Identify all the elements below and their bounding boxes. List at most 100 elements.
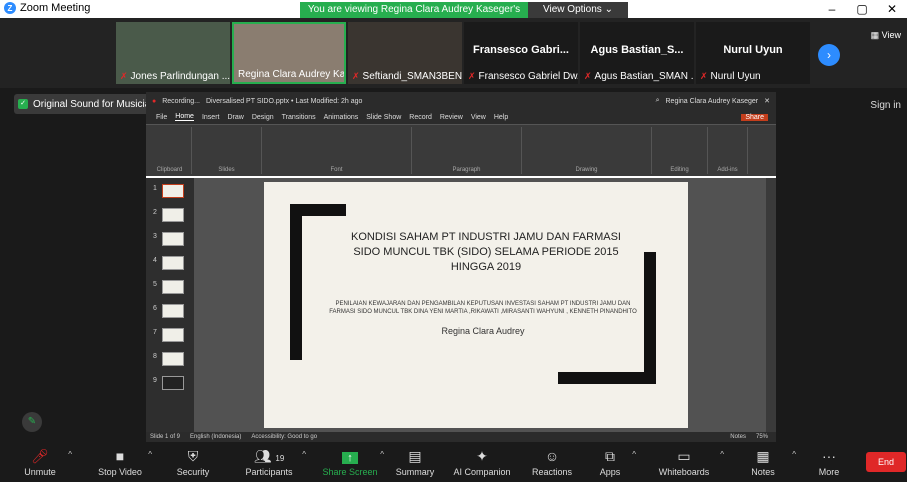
share-button[interactable]: Share xyxy=(741,113,768,121)
slide-thumbnail[interactable]: 8 xyxy=(153,352,184,366)
whiteboards-button[interactable]: ▭ Whiteboards ^ xyxy=(638,442,730,482)
ribbon-group[interactable]: Slides xyxy=(192,127,262,174)
chevron-right-icon[interactable]: › xyxy=(818,44,840,66)
menu-item[interactable]: View xyxy=(471,114,486,121)
ribbon-group[interactable]: Clipboard xyxy=(148,127,192,174)
view-options-button[interactable]: View Options ⌄ xyxy=(528,2,628,18)
mic-off-icon: ✗ xyxy=(700,71,708,81)
notes-button[interactable]: Notes xyxy=(730,434,746,440)
menu-item[interactable]: Design xyxy=(252,114,274,121)
menu-item[interactable]: Transitions xyxy=(282,114,316,121)
ribbon-group[interactable]: Add-ins xyxy=(708,127,748,174)
close-icon[interactable]: ✕ xyxy=(764,97,770,105)
sign-in-link[interactable]: Sign in xyxy=(870,100,901,111)
menu-item[interactable]: Review xyxy=(440,114,463,121)
menu-item[interactable]: Record xyxy=(409,114,432,121)
participants-button[interactable]: 👥︎ 19 Participants ^ xyxy=(226,442,312,482)
summary-button[interactable]: ▤ Summary xyxy=(388,442,442,482)
chevron-up-icon[interactable]: ^ xyxy=(720,450,724,459)
end-meeting-button[interactable]: End xyxy=(866,452,906,472)
slide-canvas[interactable]: KONDISI SAHAM PT INDUSTRI JAMU DAN FARMA… xyxy=(264,182,688,428)
toolbar-label: Reactions xyxy=(531,467,573,477)
notes-button[interactable]: ▦ Notes ^ xyxy=(730,442,796,482)
menu-item[interactable]: Draw xyxy=(227,114,243,121)
video-tile-active[interactable]: Regina Clara Audrey Kas... xyxy=(232,22,346,84)
tile-label: Jones Parlindungan ... xyxy=(130,71,230,82)
chevron-up-icon[interactable]: ^ xyxy=(68,450,72,459)
whiteboard-icon: ▭ xyxy=(677,448,691,464)
ai-companion-button[interactable]: ✦ AI Companion xyxy=(442,442,522,482)
zoom-level[interactable]: 75% xyxy=(756,434,768,440)
frame-bar xyxy=(558,372,656,384)
reactions-button[interactable]: ☺ Reactions xyxy=(522,442,582,482)
slide-thumbnail[interactable]: 6 xyxy=(153,304,184,318)
restore-icon[interactable]: ▢ xyxy=(847,0,877,18)
video-tile[interactable]: ✗ Jones Parlindungan ... xyxy=(116,22,230,84)
ppt-status-bar: Slide 1 of 9 English (Indonesia) Accessi… xyxy=(146,432,776,442)
toolbar-label: Participants xyxy=(245,467,293,477)
video-tile[interactable]: Nurul Uyun ✗ Nurul Uyun xyxy=(696,22,810,84)
video-tile[interactable]: Fransesco Gabri... ✗ Fransesco Gabriel Dw… xyxy=(464,22,578,84)
tile-name: Regina Clara Audrey Kas... xyxy=(238,69,346,80)
slide-thumbnail[interactable]: 2 xyxy=(153,208,184,222)
slide-thumbnail[interactable]: 1 xyxy=(153,184,184,198)
slide-subtitle: PENILAIAN KEWAJARAN DAN PENGAMBILAN KEPU… xyxy=(329,301,637,315)
ribbon-group[interactable]: Font xyxy=(262,127,412,174)
video-tile[interactable]: ✗ Seftiandi_SMAN3BEN... xyxy=(348,22,462,84)
menu-item[interactable]: Slide Show xyxy=(366,114,401,121)
share-screen-button[interactable]: ↑ Share Screen ^ xyxy=(312,442,388,482)
slide-author: Regina Clara Audrey xyxy=(441,326,525,336)
toolbar-label: More xyxy=(818,467,840,477)
slide-thumbnail[interactable]: 3 xyxy=(153,232,184,246)
toolbar-label: Unmute xyxy=(24,467,56,477)
slide-thumbnail[interactable]: 7 xyxy=(153,328,184,342)
apps-button[interactable]: ⧉ Apps ^ xyxy=(582,442,638,482)
ribbon-group[interactable]: Editing xyxy=(652,127,708,174)
tile-name: ✗ Nurul Uyun xyxy=(700,71,761,82)
menu-item[interactable]: Animations xyxy=(324,114,359,121)
app-title: Z Zoom Meeting xyxy=(4,2,90,14)
chevron-up-icon[interactable]: ^ xyxy=(380,450,384,459)
more-button[interactable]: ··· More xyxy=(796,442,862,482)
group-label: Font xyxy=(330,167,343,173)
shield-icon: ⛨ xyxy=(187,448,199,464)
tile-label: Agus Bastian_SMAN ... xyxy=(594,71,694,82)
accessibility-label[interactable]: Accessibility: Good to go xyxy=(251,434,317,440)
toolbar-label: AI Companion xyxy=(453,467,511,477)
ribbon-group[interactable]: Paragraph xyxy=(412,127,522,174)
toolbar-label: Notes xyxy=(751,467,775,477)
ribbon-group[interactable]: Drawing xyxy=(522,127,652,174)
menu-item[interactable]: File xyxy=(156,114,167,121)
vertical-scrollbar[interactable] xyxy=(766,178,776,432)
security-button[interactable]: ⛨ Security xyxy=(160,442,226,482)
video-tile[interactable]: Agus Bastian_S... ✗ Agus Bastian_SMAN ... xyxy=(580,22,694,84)
pencil-icon[interactable]: ✎ xyxy=(22,412,42,432)
slide-thumbnail[interactable]: 9 xyxy=(153,376,184,390)
participant-count: 19 xyxy=(275,454,285,463)
chevron-up-icon[interactable]: ^ xyxy=(632,450,636,459)
slide-thumbnail[interactable]: 4 xyxy=(153,256,184,270)
minimize-icon[interactable]: – xyxy=(817,0,847,18)
summary-icon: ▤ xyxy=(408,448,422,464)
view-button[interactable]: ▦ View xyxy=(871,30,901,41)
slide-title: KONDISI SAHAM PT INDUSTRI JAMU DAN FARMA… xyxy=(351,231,621,273)
chevron-up-icon[interactable]: ^ xyxy=(302,450,306,459)
menu-item[interactable]: Insert xyxy=(202,114,220,121)
language-label: English (Indonesia) xyxy=(190,434,242,440)
slide-thumbnail[interactable]: 5 xyxy=(153,280,184,294)
meeting-toolbar: 🎤︎ Unmute ^ ■ Stop Video ^ ⛨ Security 👥︎ 19 Pa… xyxy=(0,442,907,482)
thumb-number: 7 xyxy=(153,329,157,336)
unmute-button[interactable]: 🎤︎ Unmute ^ xyxy=(0,442,80,482)
tile-label: Regina Clara Audrey Kas... xyxy=(238,69,346,80)
search-icon[interactable]: ⌕ xyxy=(656,97,660,105)
menu-item-home[interactable]: Home xyxy=(175,113,194,121)
view-options-label: View Options xyxy=(543,4,602,15)
slide-counter: Slide 1 of 9 xyxy=(150,434,181,440)
chevron-up-icon[interactable]: ^ xyxy=(148,450,152,459)
view-label: View xyxy=(881,30,901,40)
thumb-number: 1 xyxy=(153,185,157,192)
stop-video-button[interactable]: ■ Stop Video ^ xyxy=(80,442,160,482)
window-controls: – ▢ ✕ xyxy=(817,0,907,18)
close-icon[interactable]: ✕ xyxy=(877,0,907,18)
menu-item[interactable]: Help xyxy=(494,114,508,121)
